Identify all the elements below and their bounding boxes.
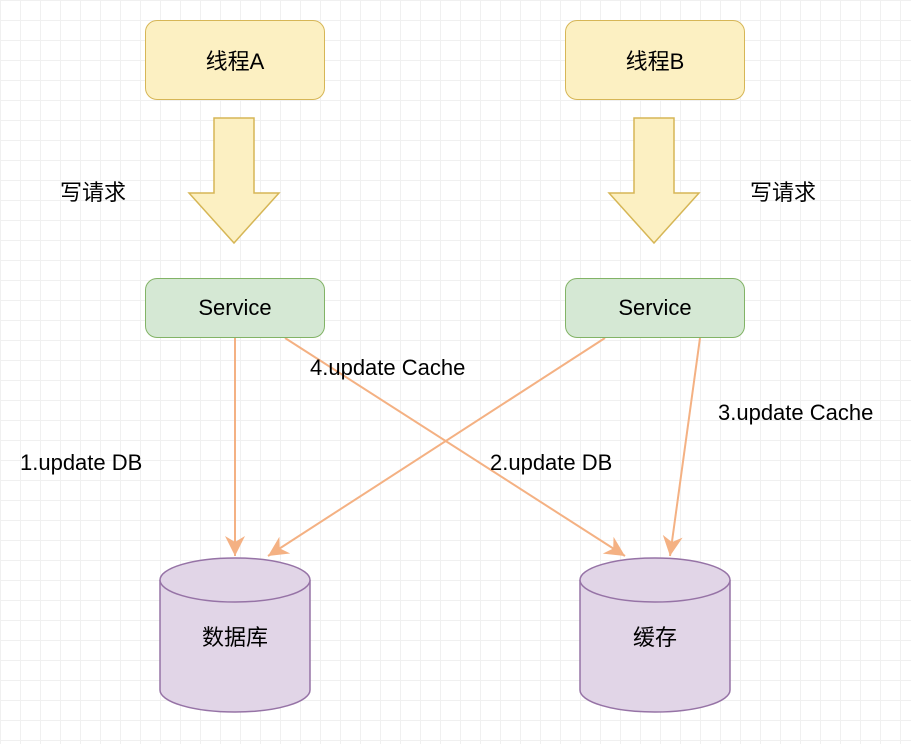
service-a-box: Service xyxy=(145,278,325,338)
service-b-label: Service xyxy=(618,295,691,321)
block-arrow-b xyxy=(609,118,699,243)
thread-a-box: 线程A xyxy=(145,20,325,100)
thread-a-label: 线程A xyxy=(206,44,265,76)
request-b-label: 写请求 xyxy=(750,175,816,207)
db-label: 数据库 xyxy=(202,625,268,650)
op4-label: 4.update Cache xyxy=(310,355,465,381)
db-label-container: 数据库 xyxy=(160,620,310,652)
request-a-label: 写请求 xyxy=(60,175,126,207)
thread-b-label: 线程B xyxy=(626,44,685,76)
op1-label: 1.update DB xyxy=(20,450,142,476)
cache-label-container: 缓存 xyxy=(580,620,730,652)
block-arrow-a xyxy=(189,118,279,243)
service-a-label: Service xyxy=(198,295,271,321)
op3-label: 3.update Cache xyxy=(718,400,873,426)
thread-b-box: 线程B xyxy=(565,20,745,100)
op2-label: 2.update DB xyxy=(490,450,612,476)
line-op3 xyxy=(670,338,700,556)
cache-label: 缓存 xyxy=(633,625,677,650)
service-b-box: Service xyxy=(565,278,745,338)
